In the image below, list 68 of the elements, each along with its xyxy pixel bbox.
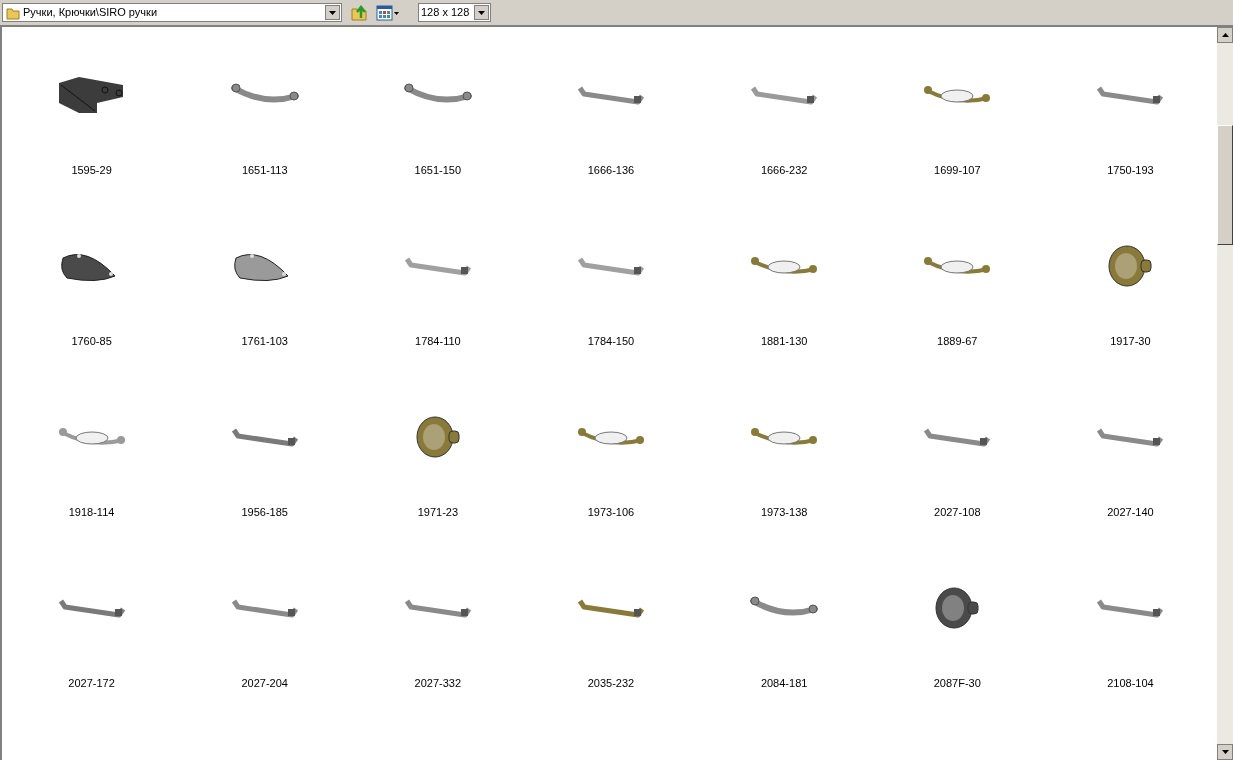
thumbnail-item[interactable]: 1761-103 — [178, 198, 352, 369]
item-label: 1595-29 — [71, 163, 112, 178]
item-label: 1917-30 — [1110, 334, 1151, 349]
thumbnail-item[interactable]: 2035-232 — [524, 540, 698, 711]
item-label: 1760-85 — [71, 334, 112, 349]
item-label: 1784-110 — [415, 334, 461, 349]
item-label: 1761-103 — [241, 334, 288, 349]
view-menu-icon[interactable] — [376, 4, 400, 21]
thumbnail-item[interactable]: 2027-204 — [178, 540, 352, 711]
folder-icon — [6, 5, 20, 20]
thumbnail-item[interactable]: 2027-108 — [870, 369, 1044, 540]
item-label: 1651-113 — [241, 163, 288, 178]
thumbnail-item[interactable]: 1973-106 — [524, 369, 698, 540]
item-label: 2035-232 — [587, 676, 635, 691]
path-dropdown[interactable]: Ручки, Крючки\SIRO ручки — [2, 3, 342, 22]
thumbnail-item[interactable]: 1699-107 — [870, 27, 1044, 198]
up-arrow-icon — [1221, 33, 1229, 37]
thumbnail-item[interactable]: 1760-85 — [5, 198, 179, 369]
thumbnail-item[interactable]: 2108-104 — [1043, 540, 1217, 711]
item-label: 1750-193 — [1107, 163, 1154, 178]
thumbnail-item[interactable]: 1666-232 — [697, 27, 871, 198]
item-label: 1973-106 — [587, 505, 635, 520]
item-label: 1918-114 — [68, 505, 115, 520]
thumbnail-item[interactable]: 1784-150 — [524, 198, 698, 369]
thumbnail-item[interactable]: 1956-185 — [178, 369, 352, 540]
thumbnail-item[interactable]: 1784-110 — [351, 198, 525, 369]
thumbnail-item[interactable]: 2087F-30 — [870, 540, 1044, 711]
thumbnail-item[interactable]: 1595-29 — [5, 27, 179, 198]
thumbnail-item[interactable]: 2084-181 — [697, 540, 871, 711]
thumbnail-item[interactable]: 1889-67 — [870, 198, 1044, 369]
thumbnail-item[interactable]: 1881-130 — [697, 198, 871, 369]
item-label: 2108-104 — [1107, 676, 1154, 691]
size-text: 128 x 128 — [420, 5, 471, 21]
thumbnail-item[interactable]: 1651-150 — [351, 27, 525, 198]
thumbnail-item[interactable]: 2027-140 — [1043, 369, 1217, 540]
item-label: 1889-67 — [937, 334, 978, 349]
item-label: 1881-130 — [760, 334, 808, 349]
path-text: Ручки, Крючки\SIRO ручки — [23, 5, 159, 21]
thumbnail-item[interactable]: 2027-172 — [5, 540, 179, 711]
thumbnail-item[interactable]: 1918-114 — [5, 369, 179, 540]
item-label: 1973-138 — [760, 505, 808, 520]
item-label: 1699-107 — [934, 163, 981, 178]
item-label: 1784-150 — [587, 334, 635, 349]
scroll-down-button[interactable] — [1217, 744, 1233, 760]
item-label: 2027-140 — [1107, 505, 1154, 520]
item-label: 1956-185 — [241, 505, 288, 520]
item-label: 1666-232 — [760, 163, 808, 178]
item-label: 1651-150 — [414, 163, 462, 178]
thumbnail-item[interactable]: 1750-193 — [1043, 27, 1217, 198]
item-label: 2084-181 — [760, 676, 808, 691]
item-label: 2087F-30 — [933, 676, 981, 691]
item-label: 2027-204 — [241, 676, 288, 691]
item-label: 2027-108 — [934, 505, 981, 520]
item-label: 2027-332 — [414, 676, 462, 691]
thumbnail-item[interactable]: 1971-23 — [351, 369, 525, 540]
scrollbar[interactable] — [1217, 27, 1233, 760]
thumbnail-item[interactable]: 1666-136 — [524, 27, 698, 198]
item-label: 1971-23 — [417, 505, 459, 520]
thumbnail-item[interactable]: 1973-138 — [697, 369, 871, 540]
item-label: 1666-136 — [587, 163, 635, 178]
scroll-up-button[interactable] — [1217, 27, 1233, 43]
item-label: 2027-172 — [68, 676, 115, 691]
scroll-thumb[interactable] — [1217, 125, 1233, 245]
thumbnail-item[interactable]: 1917-30 — [1043, 198, 1217, 369]
size-dropdown[interactable]: 128 x 128 — [418, 3, 491, 22]
thumbnail-item[interactable]: 2027-332 — [351, 540, 525, 711]
thumbnail-item[interactable]: 1651-113 — [178, 27, 352, 198]
down-arrow-icon — [1221, 750, 1229, 754]
